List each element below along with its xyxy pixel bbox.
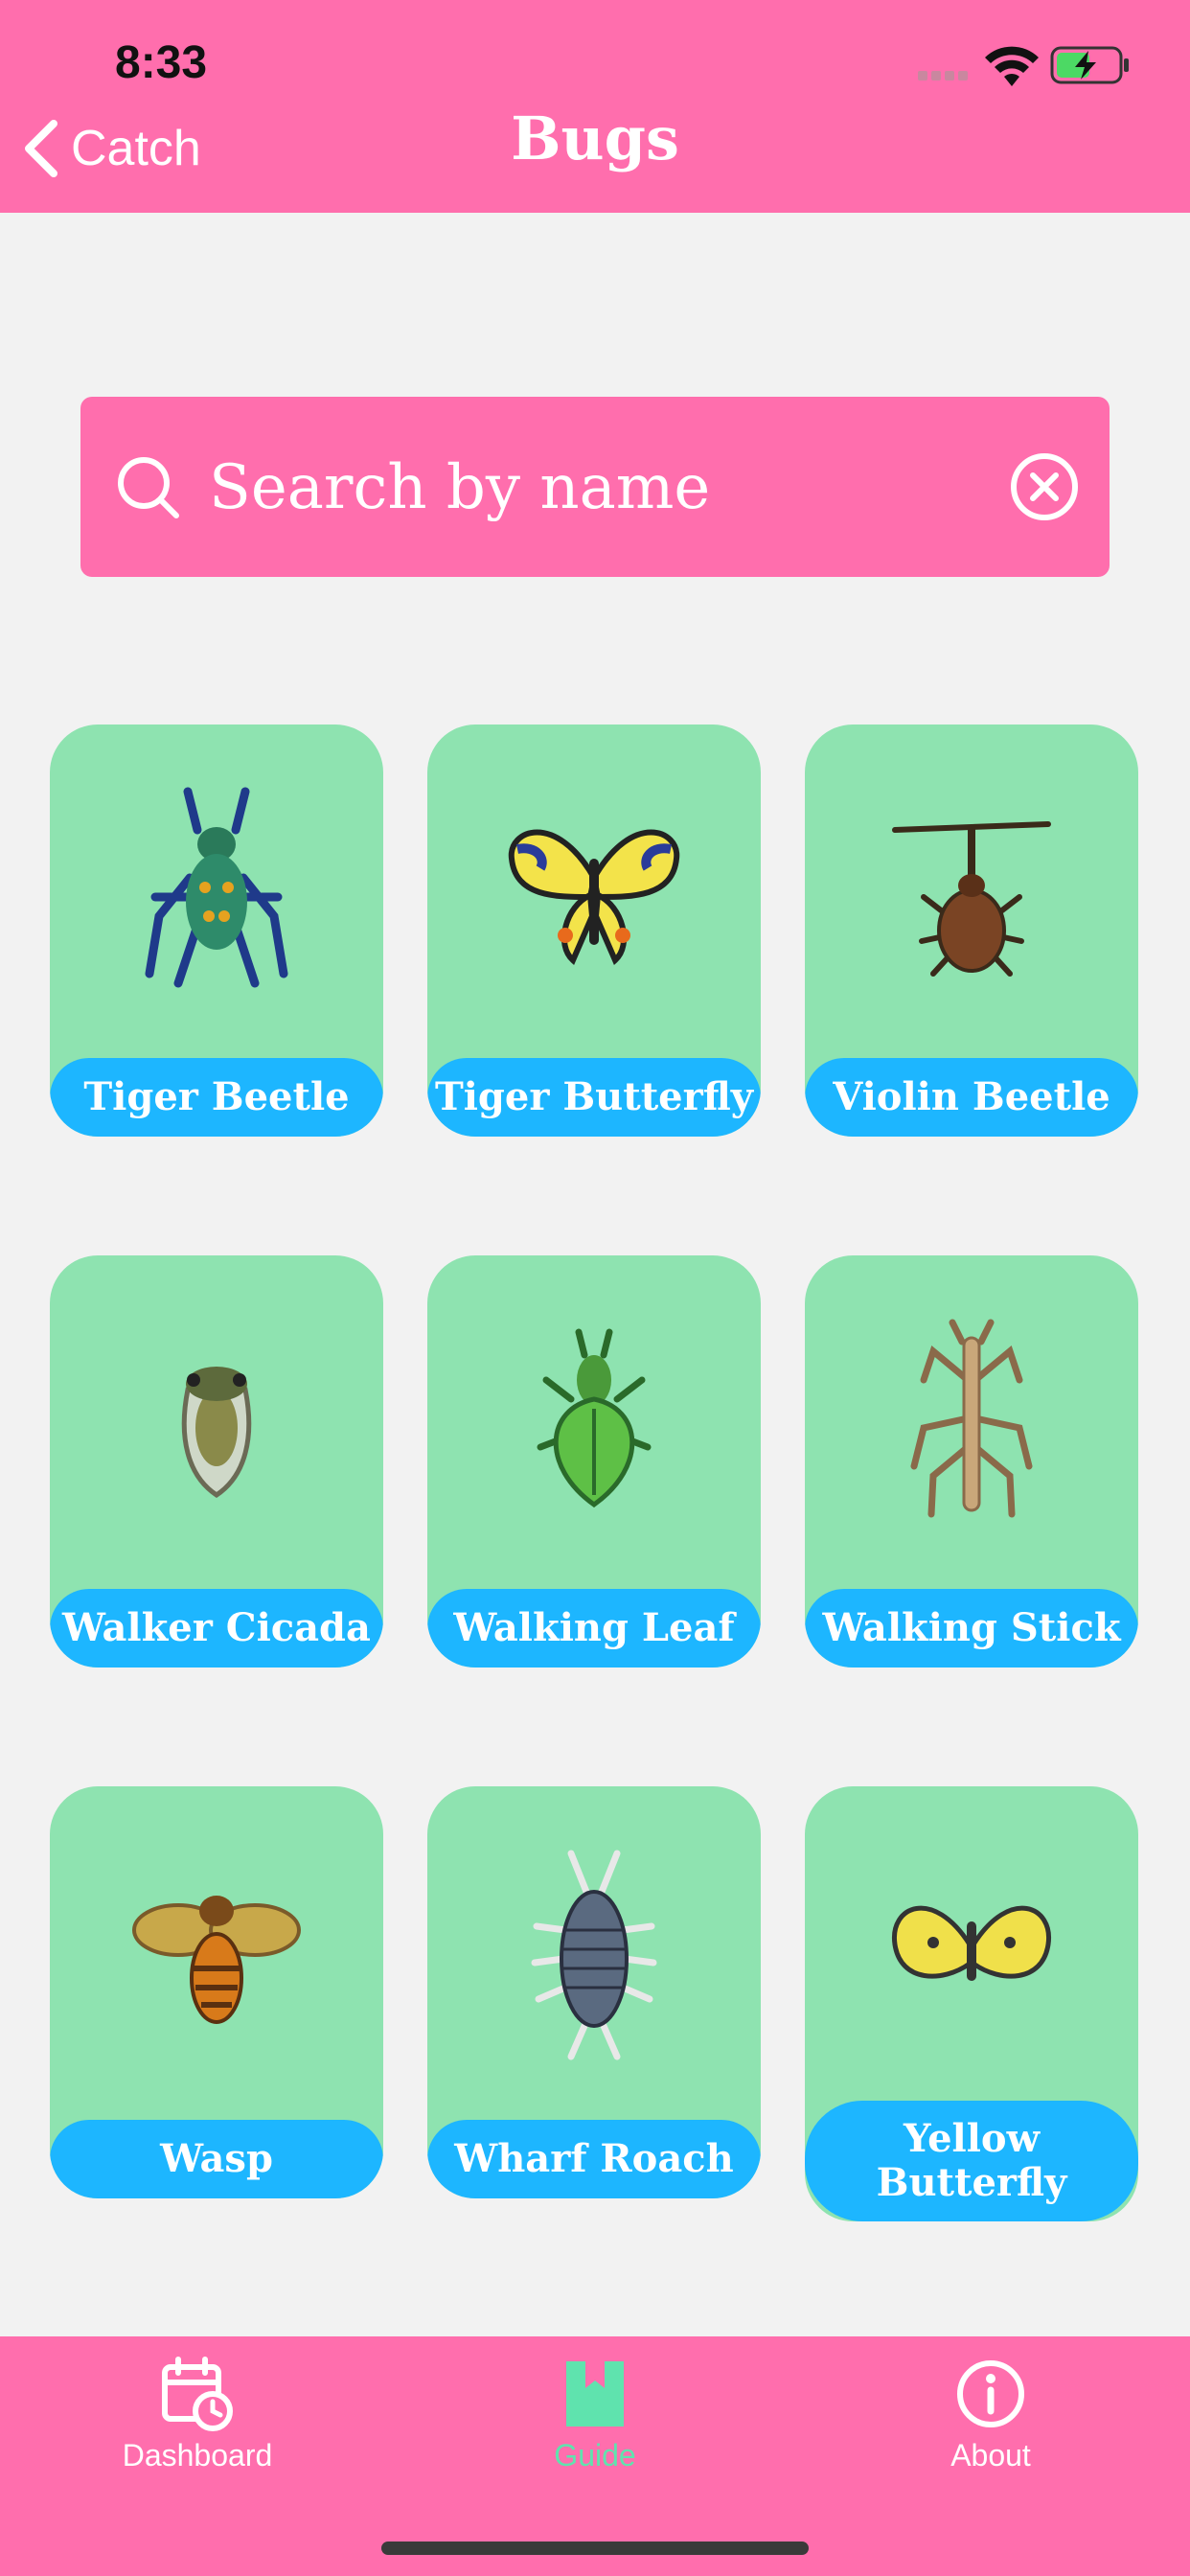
status-time: 8:33: [115, 37, 208, 88]
bug-card[interactable]: Wasp: [50, 1786, 383, 2198]
bug-name: Walking Stick: [805, 1589, 1138, 1668]
bug-name: Wharf Roach: [427, 2120, 761, 2198]
bug-name: Walking Leaf: [427, 1589, 761, 1668]
bug-card[interactable]: Tiger Butterfly: [427, 724, 761, 1137]
top-bar: 8:33 Catch Bugs: [0, 0, 1190, 213]
bug-name: Wasp: [50, 2120, 383, 2198]
tab-bar: Dashboard Guide About: [0, 2336, 1190, 2576]
bug-card[interactable]: Violin Beetle: [805, 724, 1138, 1137]
yellow-butterfly-icon: [892, 1905, 1051, 1981]
wharf-roach-icon: [531, 1850, 657, 2060]
tab-dashboard[interactable]: Dashboard: [54, 2356, 341, 2473]
bug-name: Yellow Butterfly: [805, 2101, 1138, 2221]
bug-card[interactable]: Wharf Roach: [427, 1786, 761, 2198]
violin-beetle-icon: [892, 821, 1051, 977]
search-icon: [118, 457, 179, 518]
search-bar: [80, 397, 1110, 577]
page-title: Bugs: [511, 104, 679, 173]
walker-cicada-icon: [181, 1367, 252, 1499]
cellular-signal-icon: [918, 67, 973, 80]
bug-card[interactable]: Walker Cicada: [50, 1255, 383, 1668]
clear-search-icon[interactable]: [1008, 450, 1081, 523]
tab-label: About: [950, 2438, 1031, 2472]
bug-name: Tiger Beetle: [50, 1058, 383, 1137]
home-indicator: [381, 2542, 809, 2555]
tab-label: Guide: [554, 2438, 636, 2472]
bug-name: Tiger Butterfly: [427, 1058, 761, 1137]
bug-name: Violin Beetle: [805, 1058, 1138, 1137]
calendar-clock-icon: [162, 2357, 233, 2431]
bug-card[interactable]: Walking Leaf: [427, 1255, 761, 1668]
tab-about[interactable]: About: [847, 2356, 1134, 2473]
tiger-beetle-icon: [145, 787, 288, 988]
wasp-icon: [132, 1896, 301, 2024]
info-icon: [957, 2360, 1024, 2427]
tiger-butterfly-icon: [508, 829, 680, 965]
tab-label: Dashboard: [122, 2438, 273, 2472]
bug-card[interactable]: Yellow Butterfly: [805, 1786, 1138, 2221]
bug-name: Walker Cicada: [50, 1589, 383, 1668]
search-input[interactable]: [207, 439, 1054, 537]
bookmark-book-icon: [566, 2361, 624, 2426]
bug-card[interactable]: Tiger Beetle: [50, 724, 383, 1137]
tab-guide[interactable]: Guide: [451, 2356, 739, 2473]
walking-leaf-icon: [537, 1328, 652, 1508]
walking-stick-icon: [910, 1319, 1033, 1518]
battery-charging-icon: [1050, 46, 1129, 84]
bug-card[interactable]: Walking Stick: [805, 1255, 1138, 1668]
wifi-icon: [985, 46, 1039, 86]
